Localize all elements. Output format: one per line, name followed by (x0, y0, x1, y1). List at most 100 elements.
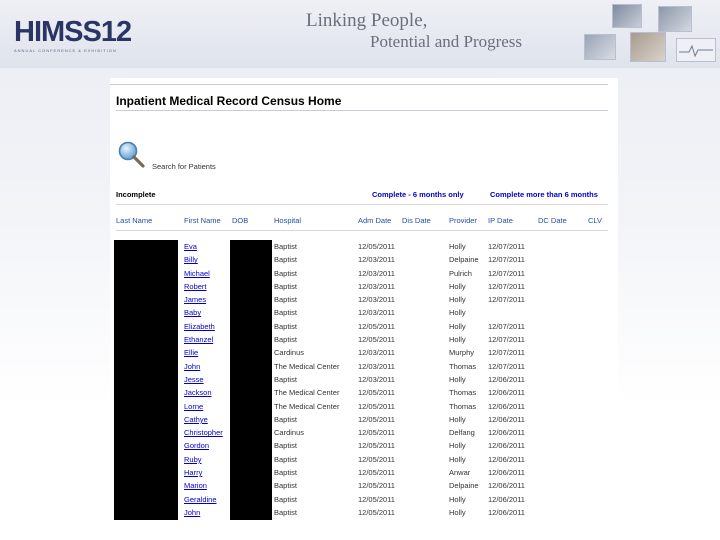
table-row[interactable]: Jackson The Medical Center 12/05/2011 Thoma… (110, 386, 618, 399)
table-row[interactable]: Cathye Baptist 12/05/2011 Holly 12/06/2011 (110, 413, 618, 426)
first-name-link[interactable]: Ellie (184, 348, 198, 357)
first-name-link[interactable]: Christopher (184, 428, 223, 437)
column-header-ip-date[interactable]: IP Date (488, 216, 513, 225)
first-name-link[interactable]: Jackson (184, 388, 212, 397)
first-name-link[interactable]: Eva (184, 242, 197, 251)
first-name-link[interactable]: Ethanzel (184, 335, 213, 344)
table-row[interactable]: John The Medical Center 12/03/2011 Thomas 12… (110, 360, 618, 373)
adm-date-cell: 12/03/2011 (358, 361, 395, 371)
first-name-link[interactable]: Geraldine (184, 495, 217, 504)
table-row[interactable]: Christopher Cardinus 12/05/2011 Delfang 12/0… (110, 426, 618, 439)
redacted-last-name-column (114, 240, 178, 520)
provider-cell: Holly (449, 507, 466, 517)
first-name-link[interactable]: Gordon (184, 441, 209, 450)
ip-date-cell: 12/06/2011 (488, 494, 525, 504)
divider (116, 204, 608, 205)
table-row[interactable]: Geraldine Baptist 12/05/2011 Holly 12/06/201… (110, 493, 618, 506)
ip-date-cell: 12/07/2011 (488, 348, 525, 358)
provider-cell: Delpaine (449, 481, 479, 491)
column-header-dc-date[interactable]: DC Date (538, 216, 567, 225)
first-name-link[interactable]: John (184, 362, 200, 371)
hospital-cell: Cardinus (274, 428, 305, 438)
provider-cell: Holly (449, 454, 466, 464)
provider-cell: Holly (449, 414, 466, 424)
table-row[interactable]: Michael Baptist 12/03/2011 Pulrich 12/07/201… (110, 267, 618, 280)
slide-header: HIMSS12 ANNUAL CONFERENCE & EXHIBITION L… (0, 0, 720, 68)
ip-date-cell: 12/07/2011 (488, 335, 525, 345)
table-row[interactable]: Billy Baptist 12/03/2011 Delpaine 12/07/2011 (110, 253, 618, 266)
first-name-link[interactable]: Jesse (184, 375, 204, 384)
table-row[interactable]: Robert Baptist 12/03/2011 Holly 12/07/2011 (110, 280, 618, 293)
adm-date-cell: 12/05/2011 (358, 468, 395, 478)
ip-date-cell: 12/06/2011 (488, 468, 525, 478)
ip-date-cell: 12/07/2011 (488, 321, 525, 331)
provider-cell: Holly (449, 281, 466, 291)
first-name-link[interactable]: Michael (184, 269, 210, 278)
table-row[interactable]: Jesse Baptist 12/03/2011 Holly 12/06/2011 (110, 373, 618, 386)
photo-thumbnail (630, 32, 666, 62)
first-name-link[interactable]: Ruby (184, 455, 202, 464)
first-name-link[interactable]: Cathye (184, 415, 208, 424)
table-row[interactable]: Harry Baptist 12/05/2011 Anwar 12/06/2011 (110, 466, 618, 479)
tab-complete-more-than-6-months[interactable]: Complete more than 6 months (490, 190, 598, 199)
provider-cell: Thomas (449, 388, 477, 398)
divider (110, 84, 608, 85)
first-name-link[interactable]: Robert (184, 282, 207, 291)
table-row[interactable]: Baby Baptist 12/03/2011 Holly (110, 306, 618, 319)
table-row[interactable]: Ruby Baptist 12/05/2011 Holly 12/06/2011 (110, 453, 618, 466)
table-row[interactable]: Ethanzel Baptist 12/05/2011 Holly 12/07/2011 (110, 333, 618, 346)
table-row[interactable]: Elizabeth Baptist 12/05/2011 Holly 12/07/201… (110, 320, 618, 333)
tab-incomplete[interactable]: Incomplete (116, 190, 156, 199)
tab-complete-6-months[interactable]: Complete - 6 months only (372, 190, 464, 199)
column-header-dob[interactable]: DOB (232, 216, 248, 225)
ip-date-cell: 12/06/2011 (488, 388, 525, 398)
column-header-clv[interactable]: CLV (588, 216, 602, 225)
ip-date-cell: 12/07/2011 (488, 255, 525, 265)
table-header: Last Name First Name DOB Hospital Adm Da… (110, 216, 618, 228)
hospital-cell: The Medical Center (274, 361, 340, 371)
column-header-first-name[interactable]: First Name (184, 216, 221, 225)
ip-date-cell: 12/06/2011 (488, 414, 525, 424)
provider-cell: Delfang (449, 428, 475, 438)
table-row[interactable]: Ellie Cardinus 12/03/2011 Murphy 12/07/2011 (110, 346, 618, 359)
first-name-link[interactable]: Lorne (184, 402, 203, 411)
photo-thumbnail (612, 4, 642, 28)
table-row[interactable]: John Baptist 12/05/2011 Holly 12/06/2011 (110, 506, 618, 519)
adm-date-cell: 12/05/2011 (358, 401, 395, 411)
hospital-cell: Baptist (274, 481, 297, 491)
himss-logo: HIMSS12 ANNUAL CONFERENCE & EXHIBITION (14, 18, 132, 54)
column-header-hospital[interactable]: Hospital (274, 216, 301, 225)
magnifier-icon[interactable] (116, 140, 146, 170)
table-row[interactable]: Gordon Baptist 12/05/2011 Holly 12/06/2011 (110, 439, 618, 452)
ip-date-cell: 12/06/2011 (488, 507, 525, 517)
provider-cell: Delpaine (449, 255, 479, 265)
table-row[interactable]: James Baptist 12/03/2011 Holly 12/07/2011 (110, 293, 618, 306)
first-name-link[interactable]: John (184, 508, 200, 517)
search-patients-link[interactable]: Search for Patients (152, 162, 242, 171)
census-tabs: Incomplete Complete - 6 months only Comp… (110, 190, 618, 202)
hospital-cell: Baptist (274, 281, 297, 291)
first-name-link[interactable]: Elizabeth (184, 322, 215, 331)
adm-date-cell: 12/03/2011 (358, 268, 395, 278)
column-header-last-name[interactable]: Last Name (116, 216, 152, 225)
ip-date-cell: 12/06/2011 (488, 374, 525, 384)
tagline-line-1: Linking People, (306, 10, 428, 31)
photo-thumbnail (658, 6, 692, 32)
column-header-adm-date[interactable]: Adm Date (358, 216, 391, 225)
hospital-cell: Baptist (274, 335, 297, 345)
provider-cell: Thomas (449, 401, 477, 411)
first-name-link[interactable]: Billy (184, 255, 198, 264)
table-row[interactable]: Lorne The Medical Center 12/05/2011 Thomas 1… (110, 400, 618, 413)
first-name-link[interactable]: Baby (184, 308, 201, 317)
column-header-provider[interactable]: Provider (449, 216, 477, 225)
first-name-link[interactable]: Harry (184, 468, 202, 477)
ip-date-cell: 12/07/2011 (488, 361, 525, 371)
photo-thumbnail (584, 34, 616, 60)
hospital-cell: Baptist (274, 308, 297, 318)
column-header-dis-date[interactable]: Dis Date (402, 216, 431, 225)
table-row[interactable]: Marion Baptist 12/05/2011 Delpaine 12/06/201… (110, 479, 618, 492)
table-row[interactable]: Eva Baptist 12/05/2011 Holly 12/07/2011 (110, 240, 618, 253)
page-title: Inpatient Medical Record Census Home (116, 94, 342, 108)
first-name-link[interactable]: James (184, 295, 206, 304)
first-name-link[interactable]: Marion (184, 481, 207, 490)
